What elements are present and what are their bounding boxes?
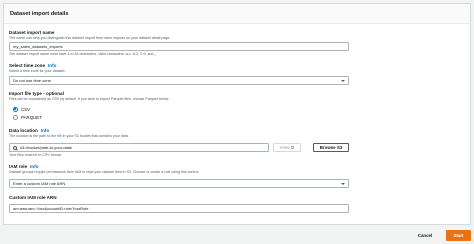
panel-header: Dataset import details	[4, 4, 470, 24]
radio-label-csv: CSV	[21, 107, 31, 112]
start-button[interactable]: Start	[446, 230, 471, 241]
search-icon	[13, 145, 17, 150]
external-link-icon	[291, 146, 295, 149]
iam-role-selected: Enter a custom IAM role ARN	[13, 181, 66, 186]
radio-option-parquet[interactable]: PARQUET	[13, 115, 42, 120]
radio-selected-icon[interactable]	[13, 107, 18, 112]
custom-arn-section: Custom IAM role ARN	[9, 195, 57, 201]
file-type-description: Files will be considered as CSV by defau…	[9, 97, 170, 101]
custom-arn-label: Custom IAM role ARN	[9, 195, 57, 200]
time-zone-info-link[interactable]: Info	[48, 63, 56, 68]
data-location-hint-wrap: Your files must be in CSV format.	[9, 153, 62, 158]
view-button[interactable]: View	[273, 143, 301, 152]
time-zone-select[interactable]: Do not use time zone	[9, 76, 349, 85]
dataset-import-details-panel: Dataset import details Dataset import na…	[3, 3, 471, 225]
cancel-button[interactable]: Cancel	[412, 231, 438, 240]
data-location-info-link[interactable]: Info	[41, 128, 49, 133]
iam-role-section: IAM role Info Dataset groups require perm…	[9, 164, 199, 175]
dataset-name-value: my_sales_datasets_imports	[13, 44, 63, 49]
data-location-value: s3://bucket/path-to-your-data/	[20, 145, 73, 150]
iam-role-info-link[interactable]: Info	[30, 164, 38, 169]
dataset-name-input[interactable]: my_sales_datasets_imports	[9, 42, 349, 51]
data-location-section: Data location Info The location is the pa…	[9, 128, 129, 139]
panel-title: Dataset import details	[10, 10, 69, 17]
radio-option-csv[interactable]: CSV	[13, 107, 30, 112]
data-location-hint: Your files must be in CSV format.	[9, 153, 62, 157]
chevron-down-icon	[341, 182, 345, 185]
time-zone-selected: Do not use time zone	[13, 78, 51, 83]
dataset-name-hint-wrap: The dataset import name must have 1 to 6…	[9, 52, 157, 57]
dataset-name-description: The name can help you distinguish this d…	[9, 36, 171, 40]
time-zone-section: Select time zone Info Select a time zone …	[9, 63, 66, 74]
data-location-description: The location is the path to the file in …	[9, 134, 129, 138]
dataset-name-hint: The dataset import name must have 1 to 6…	[9, 52, 157, 56]
iam-role-description: Dataset groups require permissions from …	[9, 170, 200, 174]
custom-arn-value: arn:aws:iam::YourAccountID:role/YourRole	[13, 206, 89, 211]
data-location-input[interactable]: s3://bucket/path-to-your-data/	[9, 143, 269, 152]
radio-unselected-icon[interactable]	[13, 115, 18, 120]
radio-label-parquet: PARQUET	[21, 115, 42, 120]
file-type-section: Import file type - optional Files will b…	[9, 91, 169, 102]
browse-s3-button[interactable]: Browse S3	[313, 143, 349, 152]
iam-role-select[interactable]: Enter a custom IAM role ARN	[9, 179, 349, 188]
custom-arn-input[interactable]: arn:aws:iam::YourAccountID:role/YourRole	[9, 204, 349, 213]
dataset-name-section: Dataset import name The name can help yo…	[9, 30, 170, 41]
time-zone-description: Select a time zone for your dataset.	[9, 69, 66, 73]
chevron-down-icon	[341, 79, 345, 82]
